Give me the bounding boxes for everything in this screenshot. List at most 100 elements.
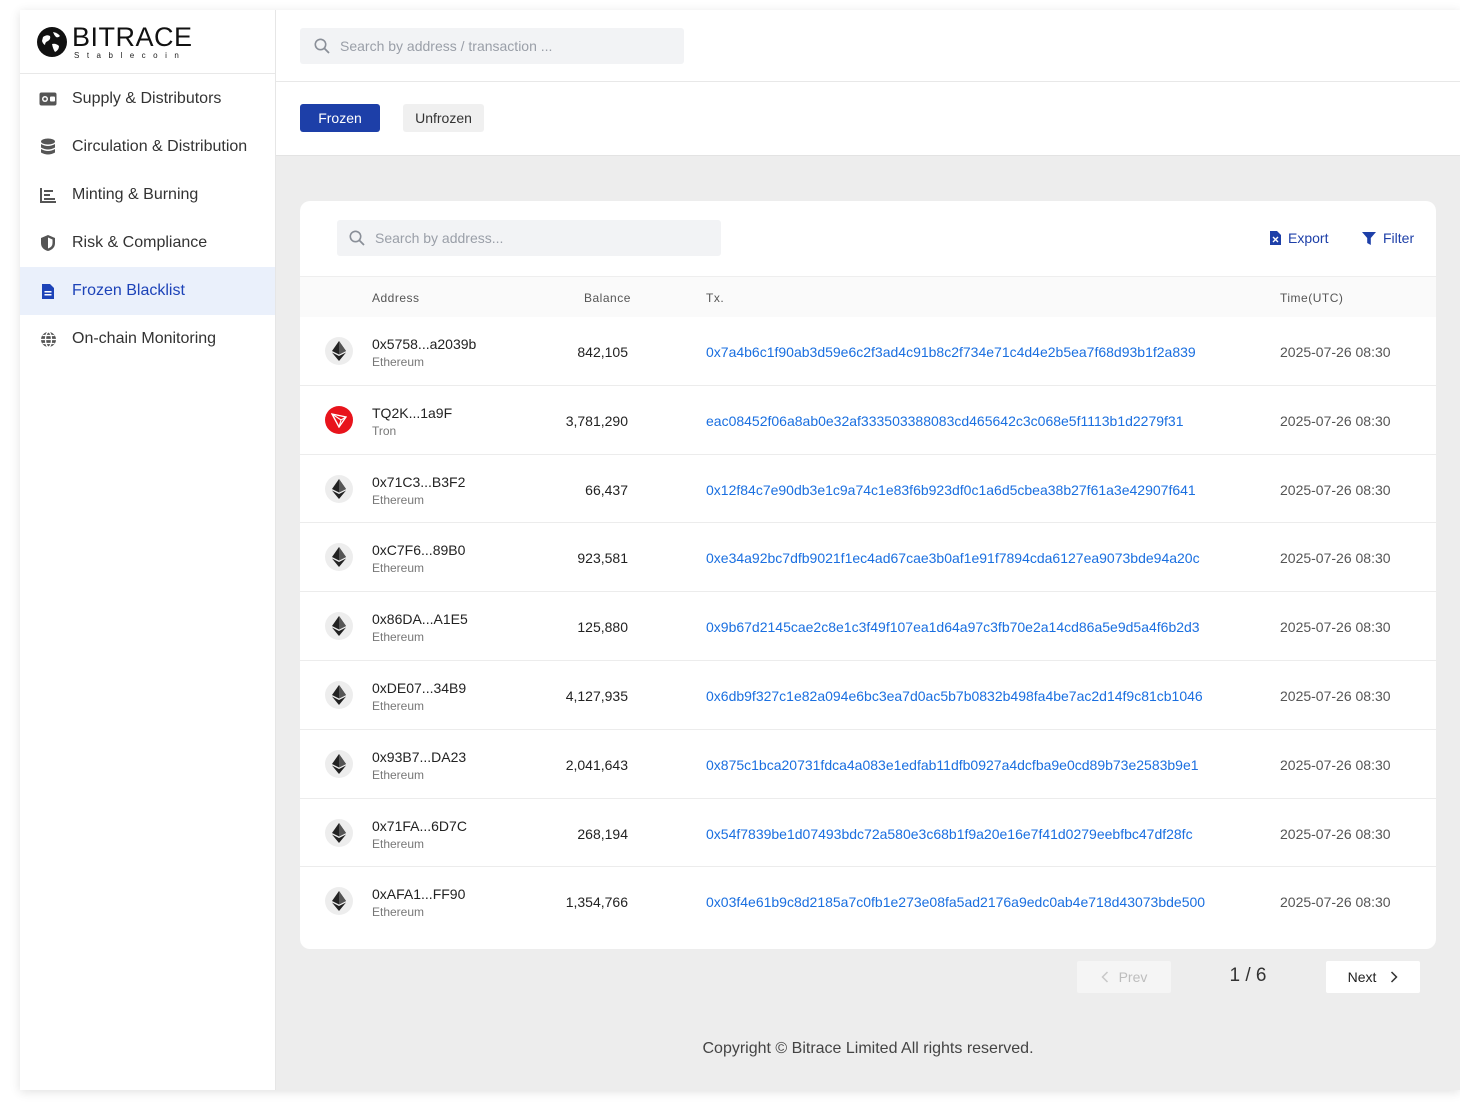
- tab-frozen[interactable]: Frozen: [300, 104, 380, 132]
- row-tx-link[interactable]: 0x9b67d2145cae2c8e1c3f49f107ea1d64a97c3f…: [706, 619, 1200, 635]
- row-time: 2025-07-26 08:30: [1280, 412, 1391, 429]
- row-address[interactable]: 0x71FA...6D7C: [372, 818, 467, 834]
- row-tx-link[interactable]: 0x12f84c7e90db3e1c9a74c1e83f6b923df0c1a6…: [706, 482, 1196, 498]
- row-chain: Ethereum: [372, 767, 425, 782]
- export-file-icon: [1270, 231, 1281, 245]
- row-tx-link[interactable]: 0x03f4e61b9c8d2185a7c0fb1e273e08fa5ad217…: [706, 894, 1205, 910]
- prev-page-button[interactable]: Prev: [1077, 961, 1171, 993]
- sidebar-item-onchain-monitoring[interactable]: On-chain Monitoring: [20, 315, 275, 363]
- row-address[interactable]: 0x71C3...B3F2: [372, 474, 465, 490]
- sidebar-item-label: Frozen Blacklist: [72, 282, 185, 299]
- search-icon: [349, 230, 365, 246]
- table-row[interactable]: TQ2K...1a9F Tron 3,781,290 eac08452f06a8…: [300, 386, 1436, 455]
- header-time: Time(UTC): [1280, 291, 1344, 305]
- global-search-input[interactable]: [340, 38, 640, 54]
- row-time: 2025-07-26 08:30: [1280, 344, 1391, 360]
- table-row[interactable]: 0x93B7...DA23 Ethereum 2,041,643 0x875c1…: [300, 730, 1436, 799]
- sidebar-nav: Supply & Distributors Circulation & Dist…: [20, 74, 275, 363]
- table-row[interactable]: 0x86DA...A1E5 Ethereum 125,880 0x9b67d21…: [300, 592, 1436, 661]
- address-search[interactable]: [337, 220, 721, 256]
- prev-label: Prev: [1118, 969, 1148, 985]
- export-label: Export: [1288, 230, 1329, 246]
- sidebar-item-frozen-blacklist[interactable]: Frozen Blacklist: [20, 267, 275, 315]
- row-address[interactable]: 0x5758...a2039b: [372, 336, 476, 352]
- sidebar-item-label: On-chain Monitoring: [72, 330, 217, 347]
- row-tx-link[interactable]: 0xe34a92bc7dfb9021f1ec4ad67cae3b0af1e91f…: [706, 550, 1200, 566]
- sidebar-item-circulation[interactable]: Circulation & Distribution: [20, 123, 275, 171]
- next-label: Next: [1347, 969, 1377, 985]
- sidebar-item-minting[interactable]: Minting & Burning: [20, 171, 275, 219]
- brand-logo[interactable]: BITRACE Stablecoin: [20, 10, 275, 74]
- address-search-input[interactable]: [375, 230, 675, 246]
- row-chain: Ethereum: [372, 905, 425, 920]
- row-time: 2025-07-26 08:30: [1280, 894, 1391, 911]
- filter-funnel-icon: [1362, 231, 1376, 245]
- row-balance: 66,437: [585, 481, 628, 498]
- table-row[interactable]: 0x5758...a2039b Ethereum 842,105 0x7a4b6…: [300, 317, 1436, 386]
- row-chain: Ethereum: [372, 698, 425, 713]
- row-tx-link[interactable]: eac08452f06a8ab0e32af333503388083cd46564…: [706, 413, 1184, 429]
- row-balance: 923,581: [577, 550, 628, 567]
- sidebar-item-label: Supply & Distributors: [72, 90, 222, 107]
- table-row[interactable]: 0xAFA1...FF90 Ethereum 1,354,766 0x03f4e…: [300, 867, 1436, 936]
- row-balance: 4,127,935: [565, 687, 628, 704]
- sidebar-item-risk[interactable]: Risk & Compliance: [20, 219, 275, 267]
- tab-unfrozen[interactable]: Unfrozen: [403, 104, 484, 132]
- top-bar: [276, 10, 1460, 82]
- sidebar-item-label: Risk & Compliance: [72, 234, 208, 251]
- row-chain: Ethereum: [372, 630, 425, 645]
- row-tx-link[interactable]: 0x7a4b6c1f90ab3d59e6c2f3ad4c91b8c2f734e7…: [706, 344, 1196, 360]
- global-search[interactable]: [300, 28, 684, 64]
- app-window: BITRACE Stablecoin Supply & Distributors…: [20, 10, 1460, 1090]
- row-balance: 842,105: [577, 344, 628, 360]
- row-balance: 2,041,643: [565, 756, 628, 773]
- row-balance: 125,880: [577, 619, 628, 636]
- row-address[interactable]: 0x86DA...A1E5: [372, 611, 468, 627]
- row-balance: 1,354,766: [565, 894, 628, 911]
- logo-globe-icon: [37, 26, 67, 57]
- row-time: 2025-07-26 08:30: [1280, 825, 1391, 842]
- ethereum-icon: [325, 337, 353, 365]
- row-tx-link[interactable]: 0x54f7839be1d07493bdc72a580e3c68b1f9a20e…: [706, 826, 1193, 842]
- sidebar-item-supply[interactable]: Supply & Distributors: [20, 75, 275, 123]
- row-tx-link[interactable]: 0x6db9f327c1e82a094e6bc3ea7d0ac5b7b0832b…: [706, 688, 1203, 704]
- row-time: 2025-07-26 08:30: [1280, 481, 1391, 498]
- table-toolbar: Export Filter: [300, 201, 1436, 277]
- ethereum-icon: [325, 543, 353, 572]
- next-page-button[interactable]: Next: [1326, 961, 1420, 993]
- shield-icon: [39, 234, 57, 252]
- filter-button[interactable]: Filter: [1362, 230, 1414, 246]
- ethereum-icon: [325, 818, 353, 847]
- row-balance: 3,781,290: [565, 412, 628, 429]
- row-address[interactable]: TQ2K...1a9F: [372, 405, 452, 421]
- row-address[interactable]: 0xAFA1...FF90: [372, 886, 465, 902]
- row-chain: Tron: [372, 423, 397, 438]
- document-icon: [39, 282, 57, 300]
- sidebar-item-label: Circulation & Distribution: [72, 138, 248, 155]
- row-tx-link[interactable]: 0x875c1bca20731fdca4a083e1edfab11dfb0927…: [706, 757, 1199, 773]
- row-time: 2025-07-26 08:30: [1280, 619, 1391, 636]
- row-address[interactable]: 0xC7F6...89B0: [372, 542, 465, 558]
- sidebar-item-label: Minting & Burning: [72, 186, 199, 203]
- header-tx: Tx.: [706, 291, 725, 305]
- row-address[interactable]: 0xDE07...34B9: [372, 680, 466, 696]
- status-tab-bar: Frozen Unfrozen: [276, 82, 1460, 156]
- ethereum-icon: [325, 887, 353, 916]
- row-chain: Ethereum: [372, 492, 425, 507]
- export-button[interactable]: Export: [1270, 230, 1328, 246]
- search-icon: [314, 38, 330, 54]
- table-row[interactable]: 0xC7F6...89B0 Ethereum 923,581 0xe34a92b…: [300, 523, 1436, 593]
- globe-icon: [39, 330, 57, 348]
- header-address: Address: [372, 291, 420, 305]
- bar-chart-icon: [39, 186, 57, 204]
- row-address[interactable]: 0x93B7...DA23: [372, 749, 466, 765]
- brand-name: BITRACE: [72, 21, 193, 52]
- row-time: 2025-07-26 08:30: [1280, 687, 1391, 704]
- database-icon: [39, 138, 57, 156]
- table-row[interactable]: 0x71C3...B3F2 Ethereum 66,437 0x12f84c7e…: [300, 455, 1436, 524]
- table-row[interactable]: 0xDE07...34B9 Ethereum 4,127,935 0x6db9f…: [300, 661, 1436, 730]
- table-row[interactable]: 0x71FA...6D7C Ethereum 268,194 0x54f7839…: [300, 799, 1436, 868]
- tron-icon: [325, 405, 353, 434]
- header-balance: Balance: [584, 291, 631, 305]
- table-header: Address Balance Tx. Time(UTC): [300, 277, 1436, 317]
